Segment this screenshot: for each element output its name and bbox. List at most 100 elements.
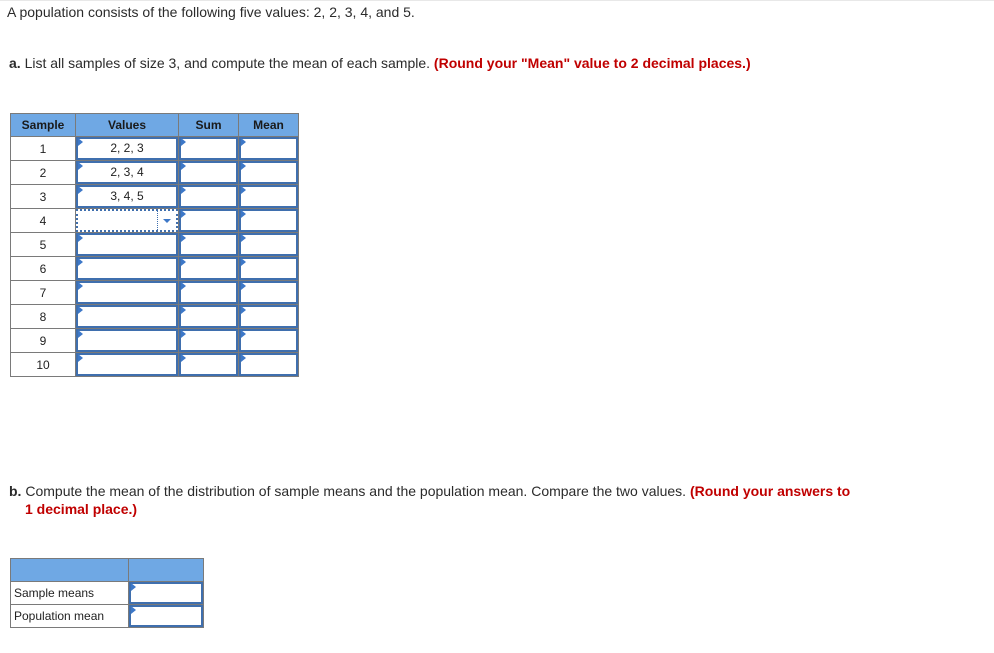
values-cell — [75, 208, 179, 233]
sum-input[interactable] — [179, 185, 238, 208]
sample-number: 5 — [10, 232, 76, 257]
mean-cell — [238, 160, 299, 185]
values-input[interactable] — [76, 329, 178, 352]
table-row: 6 — [10, 256, 299, 281]
sum-cell — [178, 184, 239, 209]
input-marker-icon — [241, 162, 246, 170]
mean-cell — [238, 352, 299, 377]
mean-input[interactable] — [239, 305, 298, 328]
mean-cell — [238, 328, 299, 353]
input-marker-icon — [78, 234, 83, 242]
input-marker-icon — [131, 583, 136, 591]
sum-input[interactable] — [179, 353, 238, 376]
values-cell — [75, 256, 179, 281]
input-marker-icon — [131, 606, 136, 614]
input-marker-icon — [181, 234, 186, 242]
values-input[interactable] — [76, 353, 178, 376]
mean-input[interactable] — [239, 353, 298, 376]
table-row: Population mean — [10, 604, 204, 628]
table-row: 2 2, 3, 4 — [10, 160, 299, 185]
sum-input[interactable] — [179, 137, 238, 160]
values-cell — [75, 232, 179, 257]
sum-cell — [178, 256, 239, 281]
sum-cell — [178, 160, 239, 185]
input-marker-icon — [78, 306, 83, 314]
input-marker-icon — [78, 330, 83, 338]
sum-input[interactable] — [179, 329, 238, 352]
table-row: 1 2, 2, 3 — [10, 136, 299, 161]
input-marker-icon — [78, 354, 83, 362]
mean-input[interactable] — [239, 329, 298, 352]
sample-means-input[interactable] — [129, 582, 203, 604]
part-b-text: Compute the mean of the distribution of … — [25, 483, 687, 499]
part-b-label: b. — [9, 483, 22, 499]
table-row: 10 — [10, 352, 299, 377]
values-cell: 2, 3, 4 — [75, 160, 179, 185]
mean-input[interactable] — [239, 209, 298, 232]
population-mean-input[interactable] — [129, 605, 203, 627]
mean-input[interactable] — [239, 257, 298, 280]
values-input[interactable] — [76, 257, 178, 280]
values-input[interactable] — [76, 305, 178, 328]
values-input-value: 2, 2, 3 — [110, 141, 144, 155]
row-label: Sample means — [10, 581, 129, 605]
sum-cell — [178, 304, 239, 329]
table-row: 3 3, 4, 5 — [10, 184, 299, 209]
input-marker-icon — [241, 138, 246, 146]
header-sum: Sum — [178, 113, 239, 137]
part-a-text: List all samples of size 3, and compute … — [24, 55, 431, 71]
mean-input[interactable] — [239, 161, 298, 184]
row-label: Population mean — [10, 604, 129, 628]
sum-input[interactable] — [179, 281, 238, 304]
table-row: 8 — [10, 304, 299, 329]
sum-input[interactable] — [179, 161, 238, 184]
problem-intro: A population consists of the following f… — [7, 4, 415, 20]
means-table: Sample means Population mean — [10, 558, 204, 628]
sample-number: 10 — [10, 352, 76, 377]
sum-input[interactable] — [179, 257, 238, 280]
mean-input[interactable] — [239, 281, 298, 304]
values-cell: 2, 2, 3 — [75, 136, 179, 161]
sum-cell — [178, 232, 239, 257]
top-divider — [0, 0, 994, 1]
values-input[interactable]: 2, 2, 3 — [76, 137, 178, 160]
values-input[interactable] — [76, 233, 178, 256]
mean-input[interactable] — [239, 233, 298, 256]
sample-number: 8 — [10, 304, 76, 329]
mean-input[interactable] — [239, 137, 298, 160]
sample-number: 3 — [10, 184, 76, 209]
part-b-instruction-line2: 1 decimal place.) — [25, 501, 138, 517]
means-header-answer — [128, 558, 204, 582]
means-header-label — [10, 558, 129, 582]
table-row: 5 — [10, 232, 299, 257]
mean-cell — [238, 304, 299, 329]
sum-input[interactable] — [179, 305, 238, 328]
table-row: 4 — [10, 208, 299, 233]
values-input[interactable]: 2, 3, 4 — [76, 161, 178, 184]
input-marker-icon — [241, 354, 246, 362]
mean-cell — [238, 208, 299, 233]
sum-input[interactable] — [179, 233, 238, 256]
sum-cell — [178, 208, 239, 233]
input-marker-icon — [241, 282, 246, 290]
input-marker-icon — [181, 330, 186, 338]
input-marker-icon — [241, 210, 246, 218]
sum-input[interactable] — [179, 209, 238, 232]
values-cell — [75, 328, 179, 353]
sample-number: 7 — [10, 280, 76, 305]
mean-input[interactable] — [239, 185, 298, 208]
part-a-instruction: (Round your "Mean" value to 2 decimal pl… — [433, 55, 751, 71]
values-input[interactable]: 3, 4, 5 — [76, 185, 178, 208]
mean-cell — [238, 184, 299, 209]
input-marker-icon — [78, 138, 83, 146]
values-cell — [75, 304, 179, 329]
input-marker-icon — [241, 186, 246, 194]
values-input[interactable] — [76, 281, 178, 304]
input-marker-icon — [78, 162, 83, 170]
dropdown-button[interactable] — [157, 211, 176, 230]
values-input-value: 3, 4, 5 — [110, 189, 144, 203]
header-sample: Sample — [10, 113, 76, 137]
input-marker-icon — [181, 258, 186, 266]
input-marker-icon — [181, 306, 186, 314]
values-dropdown[interactable] — [76, 209, 178, 232]
